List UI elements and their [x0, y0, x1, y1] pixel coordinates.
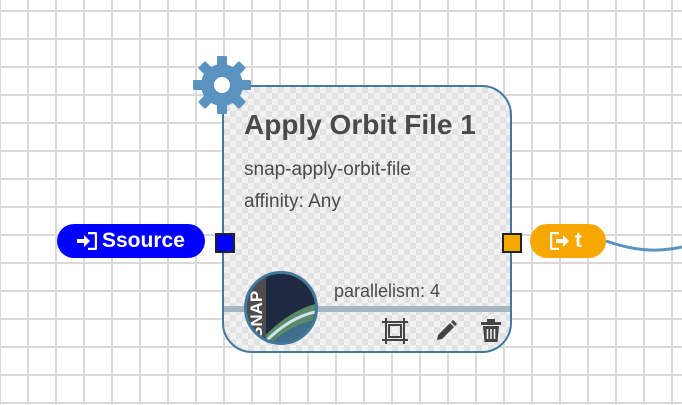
gear-icon[interactable]: [192, 55, 252, 115]
node-affinity: affinity: Any: [244, 191, 341, 212]
output-port[interactable]: [502, 233, 522, 253]
input-label: Ssource: [102, 229, 185, 252]
trash-icon[interactable]: [477, 317, 505, 345]
node-image-name: snap-apply-orbit-file: [244, 159, 411, 180]
frame-icon[interactable]: [381, 317, 409, 345]
node-title: Apply Orbit File 1: [244, 109, 476, 140]
avatar-text: SNAP: [247, 291, 266, 338]
output-target-badge[interactable]: t: [530, 224, 606, 258]
node-parallelism: parallelism: 4: [334, 281, 441, 301]
node-avatar: SNAP: [244, 271, 318, 345]
sign-out-icon: [550, 232, 569, 250]
input-port[interactable]: [215, 233, 235, 253]
input-source-badge[interactable]: Ssource: [57, 224, 205, 258]
pipeline-node[interactable]: Apply Orbit File 1 snap-apply-orbit-file…: [222, 85, 512, 353]
output-label: t: [575, 229, 582, 252]
pencil-icon[interactable]: [432, 317, 460, 345]
sign-in-icon: [77, 232, 97, 250]
